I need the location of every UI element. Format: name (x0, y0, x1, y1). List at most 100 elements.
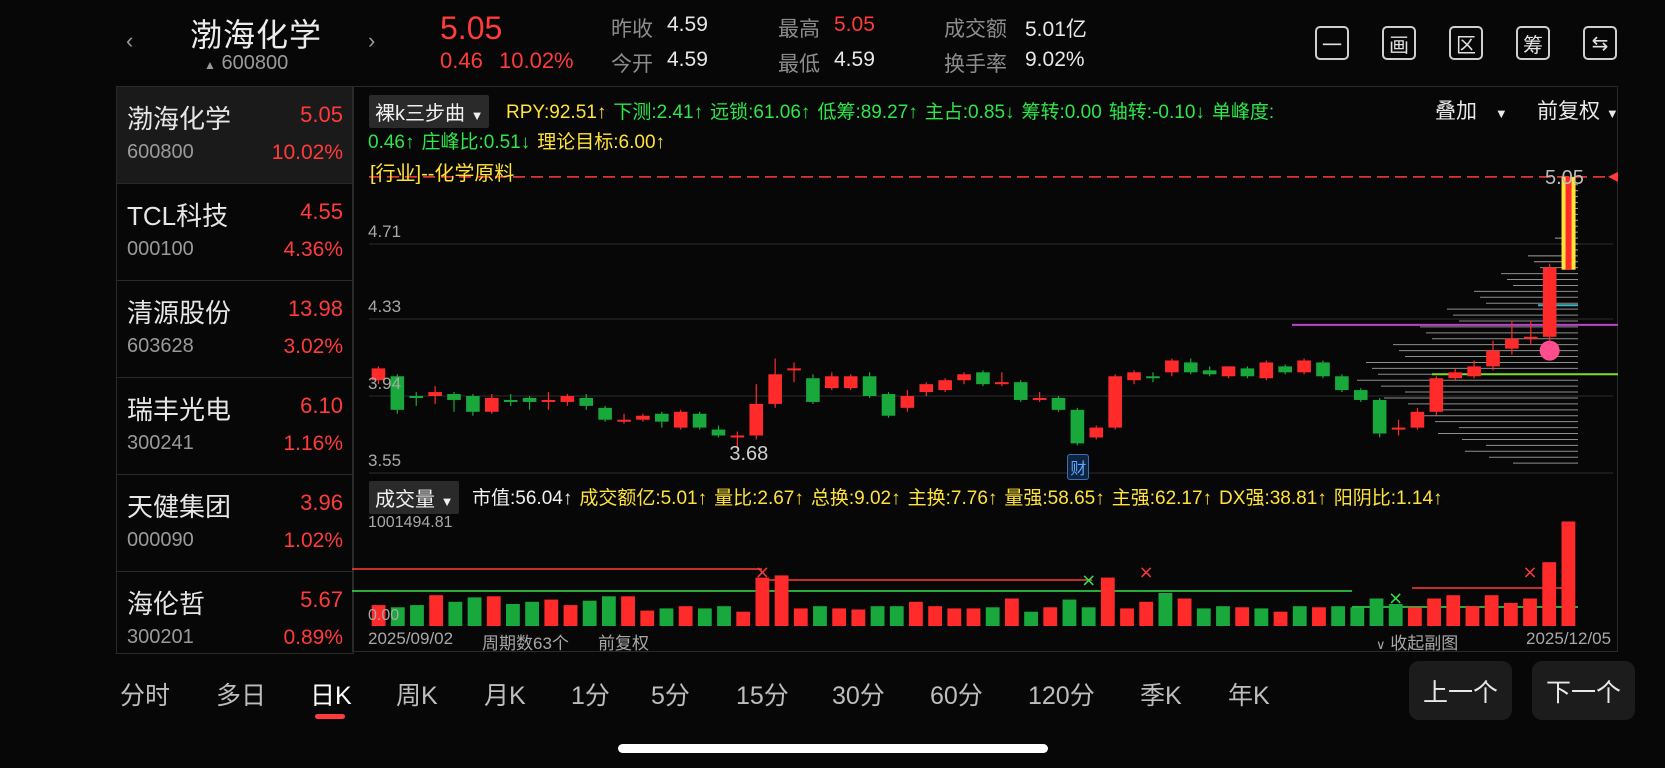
volume-bar (1158, 593, 1173, 626)
watchlist-item[interactable]: 海伦哲 300201 5.67 0.89% (117, 572, 353, 653)
volume-bar (1446, 595, 1461, 626)
tab-period[interactable]: 年K (1228, 676, 1270, 712)
watchlist-stock-price: 4.55 (300, 199, 343, 224)
volume-bar (947, 608, 962, 626)
watchlist-stock-name: 清源股份 (127, 298, 232, 328)
candle-body (1486, 350, 1500, 367)
candle-body (1467, 366, 1481, 377)
volume-bar (1465, 606, 1480, 626)
draw-icon[interactable]: 画 (1382, 26, 1416, 60)
tab-period[interactable]: 30分 (832, 676, 885, 712)
watchlist-stock-price: 3.96 (300, 490, 343, 515)
tab-period[interactable]: 120分 (1028, 676, 1095, 712)
collapse-subchart-button[interactable]: ∨ 收起副图 (1376, 629, 1458, 654)
candle-body (919, 384, 934, 393)
watchlist-item[interactable]: 天健集团 000090 3.96 1.02% (117, 475, 353, 572)
tab-period[interactable]: 周K (396, 676, 438, 712)
range-icon[interactable]: 区 (1449, 26, 1483, 60)
candle-body (1032, 397, 1047, 400)
volume-bar (429, 595, 444, 626)
tab-period[interactable]: 15分 (736, 676, 789, 712)
candle-body (1391, 427, 1406, 430)
tab-period[interactable]: 5分 (651, 676, 690, 712)
prev-button[interactable]: 上一个 (1409, 661, 1512, 720)
candle-body (1410, 411, 1425, 428)
volume-bar (1120, 608, 1134, 626)
amount-value: 5.01亿 (1025, 18, 1087, 41)
candle-body (1202, 370, 1217, 375)
adjust-dropdown[interactable]: 前复权 ▼ (1537, 95, 1619, 125)
next-stock-icon[interactable]: › (368, 28, 375, 54)
watchlist-stock-name: TCL科技 (127, 201, 229, 231)
watchlist-stock-code: 000090 (127, 529, 194, 551)
volume-bar (1484, 595, 1499, 626)
watchlist-item[interactable]: TCL科技 000100 4.55 4.36% (117, 184, 353, 281)
candle-body (522, 397, 537, 402)
next-button[interactable]: 下一个 (1532, 661, 1635, 720)
volume-bar (909, 601, 923, 626)
tab-period[interactable]: 多日 (216, 676, 266, 712)
volume-bar (1369, 598, 1384, 626)
candle-body (1240, 368, 1255, 377)
volume-bar (1523, 598, 1537, 626)
indicator-value: 理论目标:6.00↑ (537, 132, 666, 153)
current-price: 5.05 (440, 10, 503, 46)
volume-bar (870, 606, 885, 626)
candlestick-chart[interactable] (352, 155, 1618, 475)
volume-bar (793, 608, 808, 626)
tab-period[interactable]: 1分 (571, 676, 610, 712)
stock-name: 渤海化学 (190, 17, 323, 53)
switch-screen-icon[interactable]: ⇆ (1583, 26, 1617, 60)
overlay-dropdown[interactable]: 叠加 ▼ (1435, 95, 1508, 125)
indicator-value: 主强:62.17↑ (1111, 488, 1213, 509)
minus-icon[interactable]: 一 (1315, 26, 1349, 60)
volume-bar (601, 596, 616, 626)
tab-period[interactable]: 日K (310, 676, 352, 712)
watchlist-item[interactable]: 渤海化学 600800 5.05 10.02% (117, 87, 353, 184)
volume-signal-marker: × (1139, 562, 1154, 583)
candle-body (1297, 360, 1311, 373)
watchlist-item[interactable]: 清源股份 603628 13.98 3.02% (117, 281, 353, 378)
volume-chart[interactable]: × × × × × (352, 512, 1618, 626)
volume-bar (544, 599, 559, 626)
main-indicator-selector[interactable]: 裸k三步曲 ▼ (369, 95, 490, 128)
tab-period[interactable]: 60分 (930, 676, 983, 712)
watchlist-item[interactable]: 瑞丰光电 300241 6.10 1.16% (117, 378, 353, 475)
candle-body (1127, 372, 1141, 381)
volume-indicator-label: 成交量 (375, 489, 435, 511)
tab-period[interactable]: 分时 (120, 676, 170, 712)
candle-body (673, 411, 688, 428)
tab-period[interactable]: 季K (1140, 676, 1182, 712)
watchlist-stock-code: 300201 (127, 626, 194, 648)
adjust-caret-icon: ▼ (1605, 106, 1619, 121)
low-value: 4.59 (834, 48, 875, 71)
prev-close-value: 4.59 (667, 13, 708, 36)
candle-body (1146, 376, 1160, 379)
candle-body (1221, 366, 1236, 377)
watchlist-stock-price: 5.05 (300, 102, 343, 127)
volume-bar (640, 610, 655, 626)
volume-signal-marker: × (755, 562, 770, 583)
volume-bar (755, 577, 770, 626)
volume-indicator-selector[interactable]: 成交量 ▼ (369, 481, 460, 514)
candle-body (598, 407, 612, 420)
candle-body (957, 374, 971, 381)
tab-period[interactable]: 月K (484, 676, 526, 712)
volume-bar (966, 608, 981, 626)
indicator-value: 量强:58.65↑ (1004, 488, 1105, 509)
candle-body (1089, 427, 1104, 438)
indicator-value: 远锁:61.06↑ (710, 102, 811, 123)
adjust-mode: 前复权 (598, 634, 649, 653)
candle-body (503, 399, 518, 402)
amount-label: 成交额 (944, 18, 1007, 41)
end-date: 2025/12/05 (1526, 629, 1612, 648)
candle-body (1372, 399, 1387, 434)
home-indicator[interactable] (618, 744, 1048, 753)
financial-report-badge[interactable]: 财 (1067, 454, 1090, 480)
volume-bar (1043, 607, 1058, 626)
volume-bar (813, 606, 827, 626)
prev-stock-icon[interactable]: ‹ (126, 28, 133, 54)
candle-body (1259, 362, 1274, 379)
chips-icon[interactable]: 筹 (1516, 26, 1550, 60)
volume-bar (1561, 521, 1576, 626)
